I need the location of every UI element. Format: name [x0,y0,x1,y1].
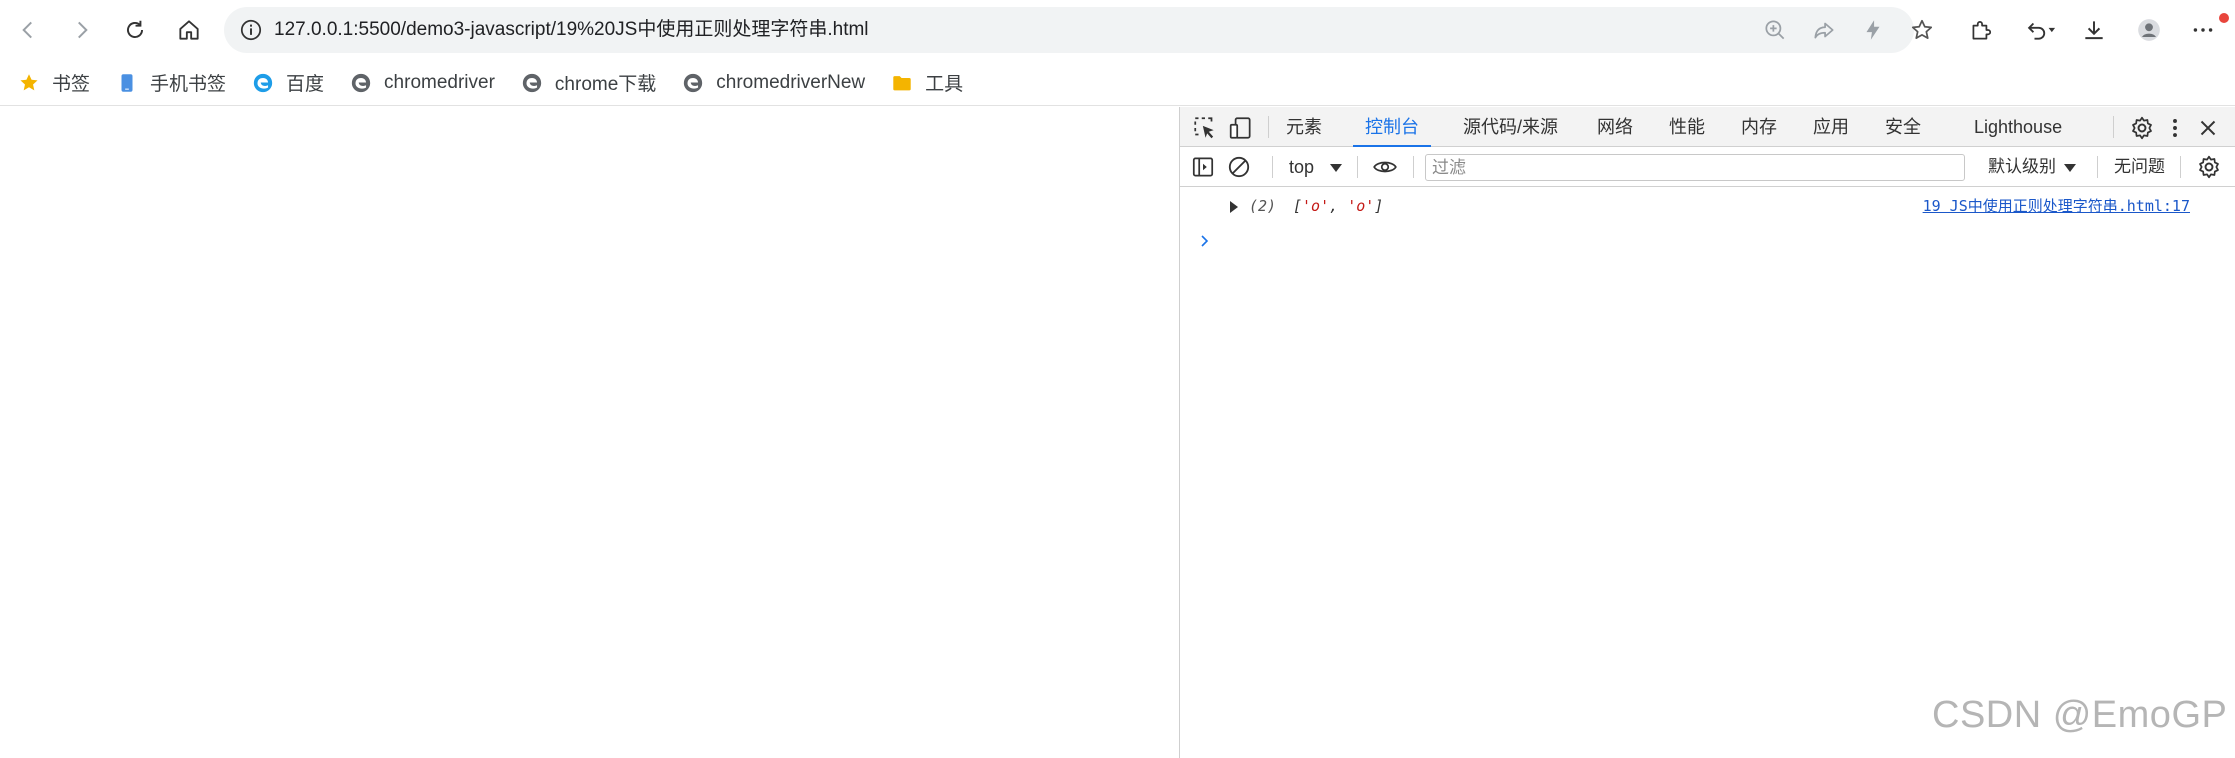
more-menu-button[interactable] [2185,12,2221,48]
share-icon[interactable] [1811,17,1837,43]
array-length: (2) [1249,197,1277,215]
bookmark-label: 百度 [286,74,325,95]
zoom-icon[interactable] [1762,17,1788,43]
bookmarks-bar: 书签 手机书签 百度 chromedriver chrome下载 chromed… [0,60,2235,106]
star-icon [18,72,40,94]
tab-memory[interactable]: 内存 [1741,107,1777,147]
edge-icon [252,72,274,94]
more-dots-icon [2193,28,2213,32]
undo-dropdown-icon [2027,22,2056,40]
reload-icon [127,20,144,38]
notification-dot [2219,13,2229,23]
prompt-chevron-icon [1201,235,1209,247]
tab-console[interactable]: 控制台 [1353,107,1431,148]
clear-console-icon[interactable] [1226,154,1252,180]
toolbar-divider [2180,156,2181,178]
bookmark-item[interactable]: 书签 [14,66,104,100]
download-icon [2085,21,2103,40]
tab-elements[interactable]: 元素 [1286,107,1322,147]
bookmark-item[interactable]: chrome下载 [517,66,670,100]
bookmark-label: chromedriver [384,71,495,93]
globe-icon [350,72,372,94]
tab-sources[interactable]: 源代码/来源 [1463,107,1558,147]
bookmark-item[interactable]: chromedriverNew [678,66,879,100]
console-settings-gear-icon[interactable] [2196,154,2222,180]
array-item: 'o' [1302,197,1330,215]
forward-arrow-icon [78,21,88,39]
tab-security[interactable]: 安全 [1885,107,1921,147]
console-output: (2) ['o', 'o'] 19 JS中使用正则处理字符串.html:17 [1180,188,2235,758]
tab-lighthouse[interactable]: Lighthouse [1974,107,2062,147]
issues-counter[interactable]: 无问题 [2114,147,2165,187]
sidebar-toggle-icon[interactable] [1190,154,1216,180]
bookmark-label: chrome下载 [554,74,657,95]
bookmark-label: 书签 [52,74,91,95]
array-preview[interactable]: ['o', 'o'] [1293,188,1383,224]
bookmark-item[interactable]: chromedriver [346,66,509,100]
address-bar[interactable]: 127.0.0.1:5500/demo3-javascript/19%20JS中… [224,7,1933,53]
profile-button[interactable] [2131,12,2167,48]
console-filter-input[interactable] [1425,154,1965,181]
tab-application[interactable]: 应用 [1813,107,1849,147]
favorite-star-icon[interactable] [1909,17,1935,43]
folder-icon [891,72,913,94]
settings-gear-icon[interactable] [2129,115,2155,141]
bookmark-label: 工具 [925,74,964,95]
devtools-panel: 元素 控制台 源代码/来源 网络 性能 内存 应用 安全 Lighthouse … [1179,107,2235,758]
toolbar-divider [1272,156,1273,178]
bookmark-label: chromedriverNew [716,71,866,93]
back-button[interactable] [10,12,46,48]
mobile-icon [116,72,138,94]
tab-network[interactable]: 网络 [1597,107,1633,147]
toolbar-divider [1413,156,1414,178]
url-text[interactable]: 127.0.0.1:5500/demo3-javascript/19%20JS中… [274,7,869,53]
globe-icon [682,72,704,94]
extensions-button[interactable] [1963,12,1999,48]
avatar-icon [2138,19,2160,41]
site-info-icon[interactable] [238,17,264,43]
array-close-bracket: ] [1374,197,1384,215]
close-icon[interactable] [2195,115,2221,141]
toolbar-divider [2113,116,2114,138]
live-expression-eye-icon[interactable] [1372,154,1398,180]
browser-window: 127.0.0.1:5500/demo3-javascript/19%20JS中… [0,0,2235,758]
context-dropdown-caret[interactable] [1330,164,1342,172]
array-item: 'o' [1347,197,1375,215]
expand-triangle-icon[interactable] [1230,201,1238,213]
toolbar-divider [1268,116,1269,138]
array-open-bracket: [ [1293,197,1303,215]
downloads-button[interactable] [2076,12,2112,48]
log-level-dropdown-caret[interactable] [2064,164,2076,172]
device-toolbar-icon[interactable] [1228,115,1254,141]
back-arrow-icon [22,21,32,39]
console-toolbar: top 默认级别 无问题 [1180,147,2235,187]
more-options-icon[interactable] [2162,115,2188,141]
array-separator: , [1329,197,1348,215]
globe-icon [521,72,543,94]
reload-button[interactable] [117,12,153,48]
bookmark-label: 手机书签 [150,74,227,95]
page-viewport[interactable] [0,107,1179,758]
toolbar-divider [1357,156,1358,178]
source-link[interactable]: 19 JS中使用正则处理字符串.html:17 [1923,188,2190,224]
home-icon [179,20,199,40]
bookmark-item[interactable]: 百度 [248,66,338,100]
puzzle-icon [1972,21,1992,40]
toolbar-divider [2097,156,2098,178]
forward-button[interactable] [64,12,100,48]
console-prompt[interactable] [1198,228,2228,256]
console-message: (2) ['o', 'o'] 19 JS中使用正则处理字符串.html:17 [1180,188,2235,224]
bookmark-item[interactable]: 手机书签 [112,66,240,100]
context-selector[interactable]: top [1289,147,1314,187]
log-level-selector[interactable]: 默认级别 [1988,147,2056,187]
bookmark-folder[interactable]: 工具 [887,66,977,100]
history-back-menu-button[interactable] [2018,12,2064,48]
devtools-tab-bar: 元素 控制台 源代码/来源 网络 性能 内存 应用 安全 Lighthouse [1180,107,2235,148]
home-button[interactable] [171,12,207,48]
performance-bolt-icon[interactable] [1860,17,1886,43]
watermark: CSDN @EmoGP [1932,694,2228,736]
tab-performance[interactable]: 性能 [1669,107,1705,147]
browser-toolbar: 127.0.0.1:5500/demo3-javascript/19%20JS中… [0,0,2235,60]
inspect-element-icon[interactable] [1192,115,1218,141]
